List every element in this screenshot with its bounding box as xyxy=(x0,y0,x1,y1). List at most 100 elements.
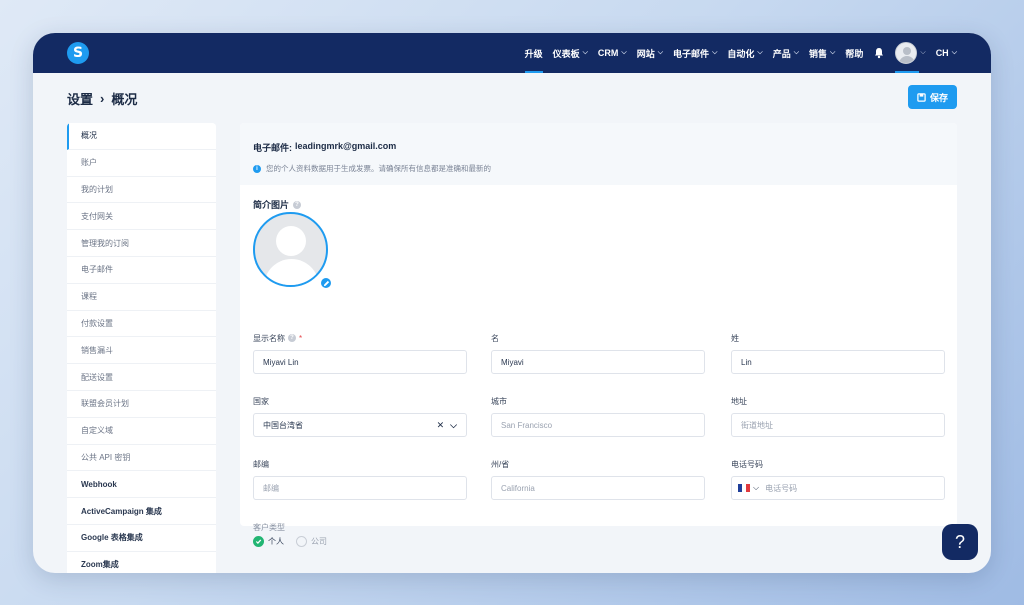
sidebar-item-label: 销售漏斗 xyxy=(81,345,113,355)
chevron-down-icon[interactable]: ⌵ xyxy=(753,483,759,493)
first-name-input[interactable]: Miyavi xyxy=(491,350,705,374)
nav-item-automation[interactable]: 自动化 ⌵ xyxy=(727,33,762,73)
sidebar-item-email[interactable]: 电子邮件 xyxy=(67,257,216,284)
user-menu[interactable]: ⌵ xyxy=(895,33,926,73)
nav-item-upgrade[interactable]: 升级 xyxy=(524,33,543,73)
sidebar-item-label: 联盟会员计划 xyxy=(81,399,129,409)
nav-item-crm[interactable]: CRM ⌵ xyxy=(598,33,627,73)
sidebar-item-payment-gateway[interactable]: 支付网关 xyxy=(67,203,216,231)
breadcrumb-root[interactable]: 设置 xyxy=(67,89,93,108)
radio-company[interactable]: 公司 xyxy=(296,536,327,547)
radio-individual-label: 个人 xyxy=(268,537,284,546)
profile-note-text: 您的个人资料数据用于生成发票。请确保所有信息都是准确和最新的 xyxy=(266,164,491,173)
display-name-input[interactable]: Miyavi Lin xyxy=(253,350,467,374)
chevron-down-icon: ⌵ xyxy=(920,49,926,56)
nav-item-sales[interactable]: 销售 ⌵ xyxy=(809,33,835,73)
sidebar-item-shipping[interactable]: 配送设置 xyxy=(67,364,216,391)
sidebar-item-zoom[interactable]: Zoom集成 xyxy=(67,552,216,573)
logo-icon[interactable]: S xyxy=(67,42,89,64)
breadcrumb: 设置 › 概况 xyxy=(67,89,137,108)
help-icon[interactable]: ? xyxy=(293,200,302,209)
pencil-icon xyxy=(323,280,329,286)
clear-icon[interactable]: ✕ xyxy=(437,420,445,431)
sidebar-item-label: 公共 API 密钥 xyxy=(81,452,131,462)
chevron-down-icon[interactable]: ⌵ xyxy=(450,420,457,431)
sidebar-item-custom-domain[interactable]: 自定义域 xyxy=(67,418,216,445)
display-name-field: 显示名称 ? * Miyavi Lin xyxy=(253,333,467,374)
sidebar-item-label: Zoom集成 xyxy=(81,560,119,570)
chevron-down-icon: ⌵ xyxy=(757,49,763,56)
chevron-down-icon: ⌵ xyxy=(621,49,627,56)
chevron-down-icon: ⌵ xyxy=(657,49,664,56)
nav-item-dashboard[interactable]: 仪表板 ⌵ xyxy=(553,33,588,73)
edit-picture-button[interactable] xyxy=(320,277,332,289)
sidebar-item-label: 电子邮件 xyxy=(81,265,113,275)
state-input[interactable]: California xyxy=(491,476,705,500)
sidebar-item-api-key[interactable]: 公共 API 密钥 xyxy=(67,445,216,472)
nav-item-label: 电子邮件 xyxy=(673,48,710,59)
nav-item-help[interactable]: 帮助 xyxy=(845,33,863,73)
profile-picture[interactable] xyxy=(253,212,328,287)
help-icon[interactable]: ? xyxy=(288,334,296,342)
phone-input[interactable]: ⌵ 电话号码 xyxy=(731,476,945,500)
email-label: 电子邮件: xyxy=(253,143,292,153)
help-chat-button[interactable]: ? xyxy=(942,524,978,560)
sidebar-item-my-plan[interactable]: 我的计划 xyxy=(67,177,216,204)
nav-item-website[interactable]: 网站 ⌵ xyxy=(637,33,663,73)
radio-individual[interactable]: 个人 xyxy=(253,536,284,547)
avatar[interactable] xyxy=(895,42,918,64)
country-select[interactable]: 中国台湾省 ✕ ⌵ xyxy=(253,413,467,437)
notifications-button[interactable] xyxy=(873,33,885,73)
country-field: 国家 中国台湾省 ✕ ⌵ xyxy=(253,396,467,437)
nav-menu: 升级 仪表板 ⌵ CRM ⌵ 网站 ⌵ 电子邮件 ⌵ 自动化 ⌵ 产品 ⌵ 销售 ⌵ 帮助 ⌵… xyxy=(524,33,957,73)
sidebar-item-google-sheets[interactable]: Google 表格集成 xyxy=(67,525,216,552)
sidebar-item-overview[interactable]: 概况 xyxy=(67,123,216,150)
sidebar-item-subscriptions[interactable]: 管理我的订阅 xyxy=(67,230,216,257)
sidebar-item-webhook[interactable]: Webhook xyxy=(67,471,216,499)
chevron-down-icon: ⌵ xyxy=(951,49,957,56)
language-label: CH xyxy=(935,48,949,58)
state-label: 州/省 xyxy=(491,459,510,469)
sidebar-item-account[interactable]: 账户 xyxy=(67,150,216,177)
sidebar-item-label: 我的计划 xyxy=(81,184,113,194)
sidebar-item-label: 配送设置 xyxy=(81,372,113,382)
email-header: 电子邮件: leadingmrk@gmail.com i 您的个人资料数据用于生… xyxy=(240,123,957,185)
sidebar-item-sales-funnel[interactable]: 销售漏斗 xyxy=(67,337,216,365)
zip-field: 邮编 邮编 xyxy=(253,459,467,500)
sidebar-item-courses[interactable]: 课程 xyxy=(67,284,216,311)
zip-input[interactable]: 邮编 xyxy=(253,476,467,500)
save-button[interactable]: 保存 xyxy=(908,85,957,109)
sidebar-item-label: Webhook xyxy=(81,479,117,489)
sidebar-item-label: 账户 xyxy=(81,158,97,168)
phone-placeholder: 电话号码 xyxy=(765,483,798,493)
language-selector[interactable]: CH ⌵ xyxy=(936,33,957,73)
france-flag-icon[interactable] xyxy=(738,484,750,492)
question-icon: ? xyxy=(954,531,965,552)
sidebar-item-activecampaign[interactable]: ActiveCampaign 集成 xyxy=(67,498,216,525)
nav-item-email[interactable]: 电子邮件 ⌵ xyxy=(673,33,717,73)
sidebar-item-payment-settings[interactable]: 付款设置 xyxy=(67,311,216,338)
address-label: 地址 xyxy=(731,396,747,406)
radio-circle-icon xyxy=(296,536,307,547)
breadcrumb-separator-icon: › xyxy=(100,91,105,106)
settings-sidebar: 概况 账户 我的计划 支付网关 管理我的订阅 电子邮件 课程 付款设置 销售漏斗… xyxy=(67,123,216,573)
check-circle-icon xyxy=(253,536,264,547)
last-name-input[interactable]: Lin xyxy=(731,350,945,374)
sidebar-item-affiliate[interactable]: 联盟会员计划 xyxy=(67,391,216,418)
address-input[interactable]: 街道地址 xyxy=(731,413,945,437)
radio-company-label: 公司 xyxy=(311,537,327,546)
phone-label: 电话号码 xyxy=(731,459,763,469)
top-navigation: S 升级 仪表板 ⌵ CRM ⌵ 网站 ⌵ 电子邮件 ⌵ 自动化 ⌵ 产品 ⌵ 销售 ⌵ 帮助… xyxy=(33,33,991,73)
customer-type-options: 个人 公司 xyxy=(253,536,327,547)
sidebar-item-label: 支付网关 xyxy=(81,211,113,221)
city-label: 城市 xyxy=(491,396,507,406)
page-title: 概况 xyxy=(111,92,138,107)
nav-item-products[interactable]: 产品 ⌵ xyxy=(773,33,799,73)
display-name-label: 显示名称 ? * xyxy=(253,333,467,343)
city-input[interactable]: San Francisco xyxy=(491,413,705,437)
display-name-label-text: 显示名称 xyxy=(253,333,285,343)
sidebar-item-label: ActiveCampaign 集成 xyxy=(81,506,162,516)
last-name-field: 姓 Lin xyxy=(731,333,945,374)
sidebar-item-label: 概况 xyxy=(81,131,97,141)
nav-item-label: 仪表板 xyxy=(552,48,580,59)
